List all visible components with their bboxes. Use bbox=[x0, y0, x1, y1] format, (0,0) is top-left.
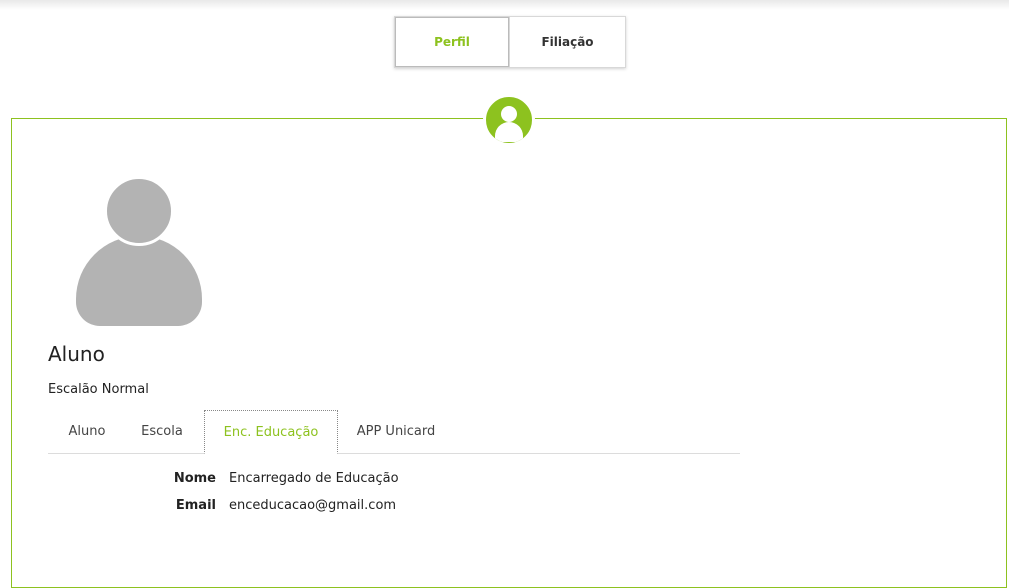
email-label: Email bbox=[175, 498, 216, 513]
avatar-body bbox=[76, 236, 202, 326]
avatar-head bbox=[104, 176, 174, 246]
tab-app-unicard[interactable]: APP Unicard bbox=[340, 410, 452, 453]
email-value: enceducacao@gmail.com bbox=[229, 498, 397, 513]
user-icon-body bbox=[495, 122, 523, 142]
profile-tabs: Perfil Filiação bbox=[394, 16, 626, 68]
detail-tabs: Aluno Escola Enc. Educação APP Unicard bbox=[48, 410, 740, 454]
profile-escalao: Escalão Normal bbox=[48, 382, 149, 397]
user-icon-head bbox=[501, 106, 517, 122]
profile-name: Aluno bbox=[48, 342, 105, 366]
tab-aluno[interactable]: Aluno bbox=[48, 410, 126, 453]
nome-value: Encarregado de Educação bbox=[229, 471, 399, 486]
top-shadow-bar bbox=[0, 0, 1009, 10]
tab-enc-educacao[interactable]: Enc. Educação bbox=[204, 410, 338, 454]
nome-label: Nome bbox=[173, 471, 216, 486]
tab-filiacao[interactable]: Filiação bbox=[510, 17, 625, 67]
tab-escola[interactable]: Escola bbox=[122, 410, 202, 453]
tab-perfil[interactable]: Perfil bbox=[395, 17, 510, 67]
user-icon bbox=[483, 94, 535, 146]
avatar bbox=[76, 176, 202, 326]
